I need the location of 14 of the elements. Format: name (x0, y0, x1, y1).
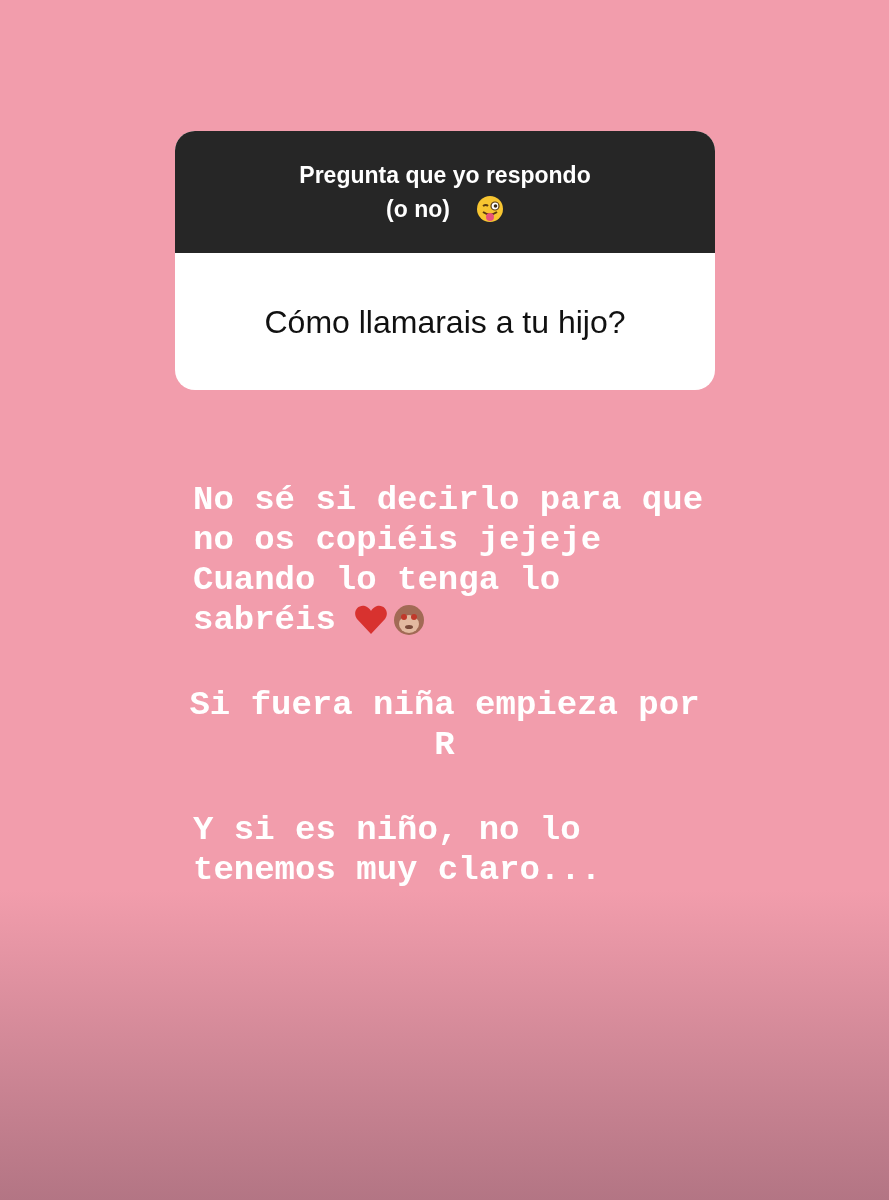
reply-text: Cuando lo tenga lo (193, 560, 561, 600)
reply-text: tenemos muy claro... (193, 850, 602, 890)
heart-icon (353, 604, 388, 636)
reply-text: sabréis (193, 600, 336, 640)
question-text: Cómo llamarais a tu hijo? (264, 302, 626, 342)
reply-text: Si fuera niña empieza por (189, 685, 700, 725)
monkey-icon (391, 603, 426, 637)
prompt-text: Pregunta que yo respondo (299, 161, 591, 190)
reply-text: no os copiéis jejeje (193, 520, 602, 560)
reply-text: R (434, 725, 455, 765)
reply-text: No sé si decirlo para que (193, 480, 704, 520)
reply-text: Y si es niño, no lo (193, 810, 581, 850)
winking-face-icon (475, 195, 504, 223)
prompt-text: (o no) (386, 195, 450, 224)
